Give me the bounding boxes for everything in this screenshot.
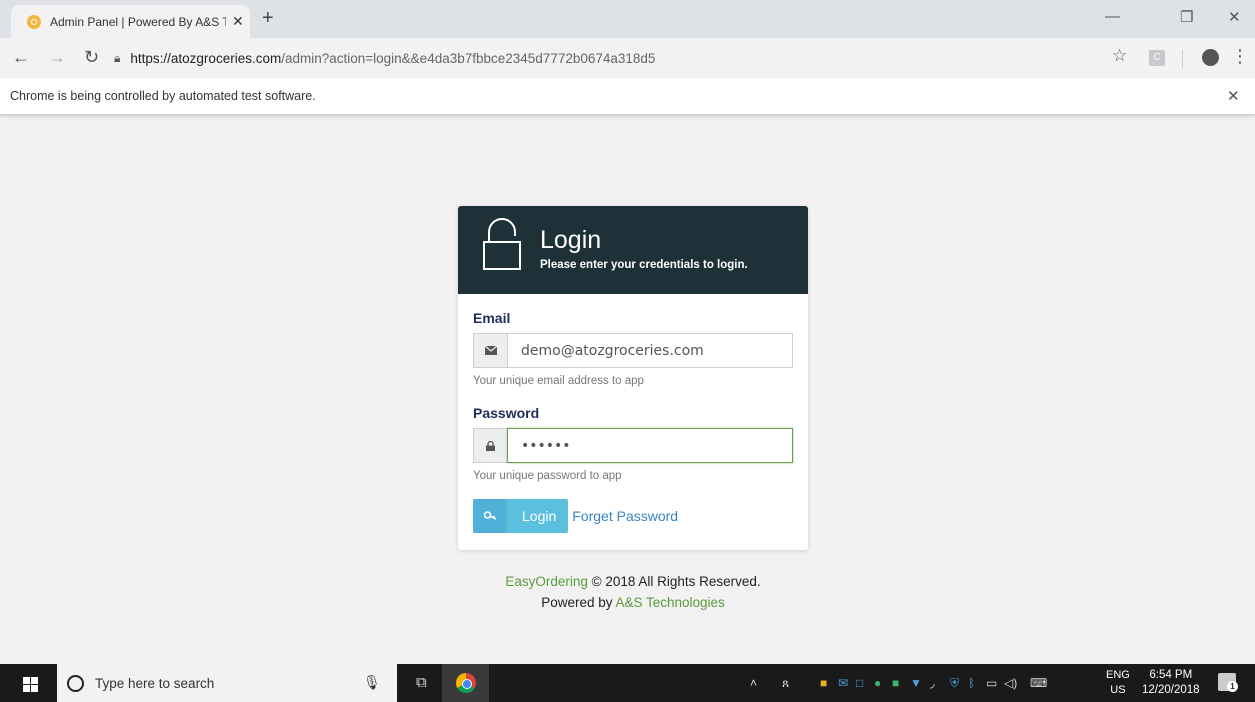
address-bar[interactable]: 🔒︎ https://atozgroceries.com/admin?actio… — [114, 44, 1139, 72]
tray-expand-icon[interactable]: ˄ — [750, 676, 757, 690]
tray-chat-icon[interactable]: ▼ — [910, 676, 922, 690]
key-icon[interactable] — [473, 499, 507, 533]
clock-time: 6:54 PM — [1149, 669, 1193, 681]
login-actions: Login Forget Password — [473, 499, 678, 533]
footer-brand-link[interactable]: EasyOrdering — [505, 574, 588, 589]
tab-close-icon[interactable]: ✕ — [232, 13, 244, 30]
extension-icon[interactable]: C — [1149, 50, 1165, 66]
password-label: Password — [473, 405, 540, 421]
security-icon[interactable]: ⛨ — [950, 676, 959, 691]
language-code: ENG — [1106, 669, 1130, 681]
login-button[interactable]: Login — [507, 499, 569, 533]
footer-copyright: EasyOrdering © 2018 All Rights Reserved. — [458, 574, 808, 589]
bookmark-star-icon[interactable]: ☆ — [1112, 46, 1127, 66]
footer-powered-prefix: Powered by — [541, 595, 616, 610]
browser-tab[interactable]: Admin Panel | Powered By A&S T ✕ — [11, 5, 250, 38]
reload-icon[interactable]: ↻ — [84, 47, 99, 68]
automation-infobar: Chrome is being controlled by automated … — [0, 78, 1255, 115]
secure-lock-icon: 🔒︎ — [114, 50, 121, 65]
password-help-text: Your unique password to app — [473, 470, 622, 482]
maximize-button[interactable]: ❐ — [1180, 8, 1193, 26]
battery-icon[interactable]: ▭ — [986, 676, 997, 690]
keyboard-icon[interactable]: ⌨ — [1030, 676, 1047, 690]
tray-window-icon[interactable]: □ — [856, 676, 863, 690]
forget-password-link[interactable]: Forget Password — [572, 508, 678, 524]
site-favicon-icon — [27, 14, 41, 29]
footer-copyright-text: © 2018 All Rights Reserved. — [587, 574, 761, 589]
windows-taskbar: Type here to search 🎙︎ ⧉ ˄ ጸ ■ ✉ □ ● ■ ▼… — [0, 664, 1255, 702]
password-input-group — [473, 428, 793, 463]
email-input-group — [473, 333, 793, 368]
action-center-icon[interactable]: 1 — [1218, 673, 1238, 692]
browser-menu-icon[interactable]: ⋮ — [1231, 46, 1249, 67]
tray-green-icon[interactable]: ■ — [892, 676, 899, 690]
clock-date: 12/20/2018 — [1142, 684, 1200, 696]
login-subtitle: Please enter your credentials to login. — [540, 259, 748, 271]
infobar-close-icon[interactable]: ✕ — [1227, 87, 1240, 105]
login-title: Login — [540, 226, 602, 254]
wifi-icon[interactable]: ◞ — [930, 676, 935, 690]
login-card: Login Please enter your credentials to l… — [458, 206, 808, 550]
browser-toolbar: ← → ↻ 🔒︎ https://atozgroceries.com/admin… — [0, 38, 1255, 78]
tray-mail-icon[interactable]: ✉ — [838, 676, 848, 690]
taskbar-search-box[interactable]: Type here to search 🎙︎ — [57, 664, 397, 702]
new-tab-button[interactable]: + — [262, 7, 274, 30]
tab-title: Admin Panel | Powered By A&S T — [50, 14, 226, 29]
task-view-icon[interactable]: ⧉ — [416, 674, 427, 691]
profile-avatar-icon[interactable] — [1202, 49, 1219, 66]
back-arrow-icon[interactable]: ← — [12, 47, 30, 68]
tray-app-icon[interactable]: ● — [874, 676, 881, 690]
windows-start-icon[interactable] — [23, 677, 38, 692]
region-code: US — [1110, 684, 1126, 696]
bluetooth-icon[interactable]: ᛒ — [968, 676, 975, 690]
email-input[interactable] — [507, 333, 793, 368]
minimize-button[interactable]: — — [1105, 8, 1120, 25]
email-label: Email — [473, 310, 511, 326]
language-indicator[interactable]: ENG US — [1106, 668, 1130, 698]
lock-icon — [473, 428, 507, 463]
people-icon[interactable]: ጸ — [782, 676, 789, 691]
chrome-icon — [455, 673, 476, 693]
tray-shield-icon[interactable]: ■ — [820, 676, 827, 690]
url-text: https://atozgroceries.com/admin?action=l… — [130, 50, 656, 66]
login-card-header: Login Please enter your credentials to l… — [458, 206, 808, 294]
volume-icon[interactable]: ◁) — [1004, 676, 1017, 690]
padlock-icon — [483, 218, 521, 270]
system-clock[interactable]: 6:54 PM 12/20/2018 — [1142, 668, 1200, 698]
envelope-icon — [473, 333, 507, 368]
chrome-taskbar-button[interactable] — [442, 664, 489, 702]
password-input[interactable] — [507, 428, 793, 463]
window-close-button[interactable]: ✕ — [1228, 8, 1241, 26]
notification-count-badge: 1 — [1227, 681, 1238, 692]
forward-arrow-icon[interactable]: → — [48, 47, 66, 68]
taskbar-search-placeholder: Type here to search — [95, 675, 215, 691]
footer-company-link[interactable]: A&S Technologies — [615, 595, 724, 610]
browser-tab-strip: Admin Panel | Powered By A&S T ✕ + — ❐ ✕ — [0, 0, 1255, 38]
infobar-message: Chrome is being controlled by automated … — [10, 89, 316, 103]
cortana-icon — [67, 674, 84, 692]
footer-powered-by: Powered by A&S Technologies — [458, 595, 808, 610]
email-help-text: Your unique email address to app — [473, 375, 644, 387]
toolbar-divider — [1182, 50, 1183, 68]
microphone-icon[interactable]: 🎙︎ — [363, 674, 381, 691]
